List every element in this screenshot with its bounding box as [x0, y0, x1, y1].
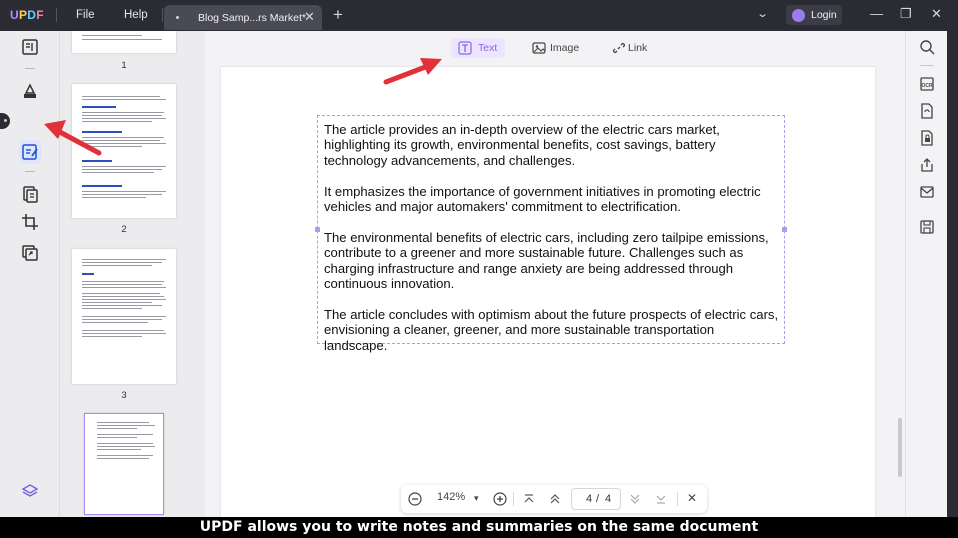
editable-text-box[interactable]: The article provides an in-depth overvie…	[315, 115, 787, 353]
ocr-icon[interactable]: OCR	[919, 76, 935, 92]
share-icon[interactable]	[919, 157, 935, 173]
close-nav-icon[interactable]: ✕	[687, 491, 697, 505]
reader-mode-icon[interactable]	[21, 38, 39, 56]
toolbar-divider	[920, 65, 934, 66]
tabs-dropdown-icon[interactable]: ⌄	[756, 7, 769, 20]
nav-divider	[513, 492, 514, 506]
resize-handle-left[interactable]	[315, 227, 320, 232]
window-border	[947, 31, 958, 517]
restore-button[interactable]: ❐	[900, 6, 912, 22]
menu-file[interactable]: File	[76, 9, 95, 21]
zoom-out-icon[interactable]	[408, 492, 422, 506]
left-toolbar	[0, 31, 60, 517]
title-divider	[162, 8, 163, 22]
text-icon	[458, 41, 472, 55]
paragraph[interactable]: The article concludes with optimism abou…	[324, 307, 780, 353]
login-label: Login	[811, 9, 837, 21]
page-separator: /	[596, 493, 600, 505]
thumbnail-label: 2	[121, 224, 127, 235]
close-window-button[interactable]: ✕	[931, 6, 942, 22]
convert-icon[interactable]	[21, 244, 39, 262]
save-icon[interactable]	[919, 219, 935, 235]
link-label: Link	[628, 42, 648, 54]
updf-window: UPDF File Help Blog Samp...rs Market* ✕ …	[0, 0, 958, 538]
zoom-dropdown-icon[interactable]: ▾	[474, 493, 479, 504]
previous-page-icon[interactable]	[549, 493, 561, 505]
login-button[interactable]: Login	[786, 5, 842, 25]
add-link-button[interactable]: Link	[605, 38, 653, 58]
zoom-level[interactable]: 142%	[437, 491, 465, 503]
page-thumbnail[interactable]	[72, 31, 176, 53]
paragraph[interactable]: The article provides an in-depth overvie…	[324, 122, 780, 168]
layers-icon[interactable]	[21, 482, 39, 500]
new-tab-button[interactable]: +	[333, 5, 343, 25]
protect-icon[interactable]	[919, 130, 935, 146]
placeholder-icon	[21, 155, 39, 173]
email-icon[interactable]	[919, 184, 935, 200]
image-label: Image	[550, 42, 580, 54]
toolbar-divider	[25, 68, 35, 69]
comment-highlighter-icon[interactable]	[21, 82, 39, 100]
link-icon	[612, 42, 626, 54]
first-page-icon[interactable]	[523, 493, 535, 505]
last-page-icon[interactable]	[655, 493, 667, 505]
thumbnail-panel: 1 2 3	[60, 31, 205, 517]
crop-icon[interactable]	[21, 213, 39, 231]
right-toolbar: OCR	[905, 31, 947, 517]
edit-toolbar: Text Image Link	[205, 31, 905, 67]
minimize-button[interactable]: —	[870, 6, 883, 21]
paragraph[interactable]: It emphasizes the importance of governme…	[324, 184, 780, 215]
page-number-input[interactable]: 4 / 4	[571, 488, 621, 510]
vertical-scrollbar[interactable]	[898, 418, 902, 477]
organize-pages-icon[interactable]	[21, 185, 39, 203]
thumbnail-label: 3	[121, 390, 127, 401]
page-thumbnail[interactable]	[72, 249, 176, 384]
text-content[interactable]: The article provides an in-depth overvie…	[324, 122, 780, 368]
unsaved-dot-icon	[176, 16, 179, 19]
nav-divider	[677, 492, 678, 506]
search-icon[interactable]	[919, 39, 935, 55]
next-page-icon[interactable]	[629, 493, 641, 505]
title-bar: UPDF File Help Blog Samp...rs Market* ✕ …	[0, 0, 958, 31]
title-divider	[56, 8, 57, 22]
current-page: 4	[586, 493, 593, 505]
add-text-button[interactable]: Text	[451, 38, 505, 58]
resize-handle-right[interactable]	[782, 227, 787, 232]
svg-text:OCR: OCR	[921, 83, 933, 89]
page-thumbnail-selected[interactable]	[84, 413, 164, 515]
page-thumbnail[interactable]	[72, 84, 176, 218]
avatar-icon	[792, 9, 805, 22]
zoom-in-icon[interactable]	[493, 492, 507, 506]
menu-help[interactable]: Help	[124, 9, 148, 21]
document-area: Text Image Link The article provides an …	[205, 31, 905, 537]
tab-title: Blog Samp...rs Market*	[198, 12, 306, 24]
text-label: Text	[478, 42, 498, 54]
handle-dot-icon	[4, 119, 7, 122]
page-navigation-bar: 142% ▾ 4 / 4 ✕	[401, 485, 707, 513]
document-tab[interactable]: Blog Samp...rs Market* ✕	[164, 5, 322, 30]
convert-pdf-icon[interactable]	[919, 103, 935, 119]
paragraph[interactable]: The environmental benefits of electric c…	[324, 230, 780, 292]
caption-banner: UPDF allows you to write notes and summa…	[0, 517, 958, 538]
pdf-page: The article provides an in-depth overvie…	[221, 67, 875, 537]
image-icon	[532, 42, 546, 54]
tab-close-icon[interactable]: ✕	[304, 9, 315, 25]
total-pages: 4	[605, 493, 612, 505]
updf-logo: UPDF	[10, 8, 44, 22]
add-image-button[interactable]: Image	[525, 38, 581, 58]
thumbnail-label: 1	[121, 60, 127, 71]
